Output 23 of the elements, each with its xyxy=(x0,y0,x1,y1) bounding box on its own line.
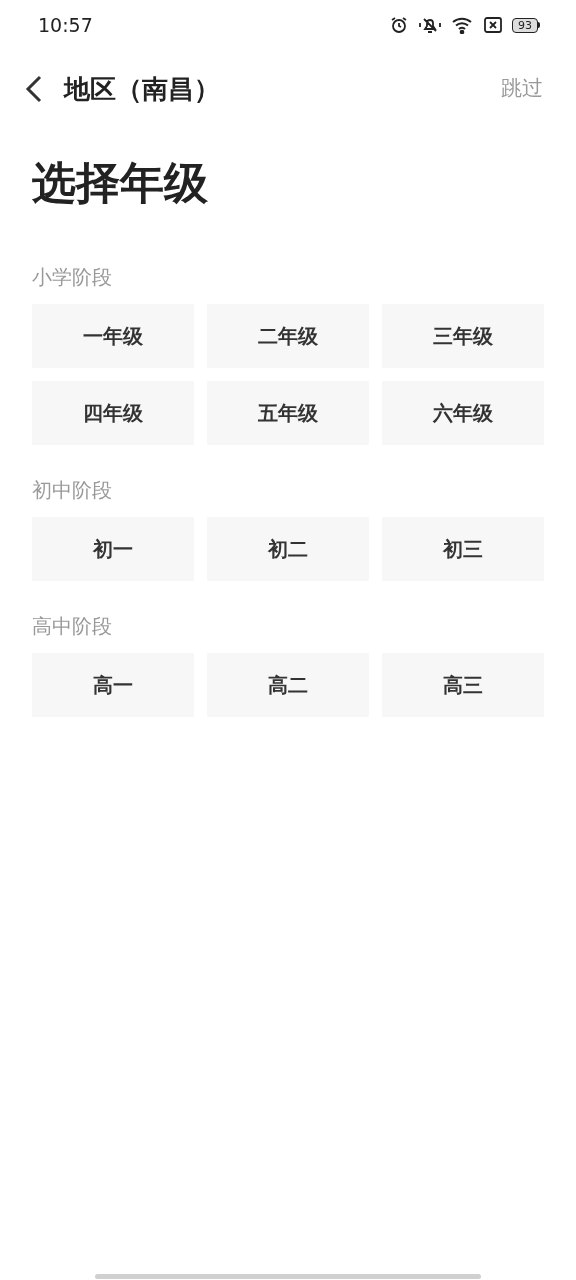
grade-option[interactable]: 高二 xyxy=(207,653,369,717)
battery-indicator: 93 xyxy=(512,17,540,33)
grade-option[interactable]: 初三 xyxy=(382,517,544,581)
section-title: 初中阶段 xyxy=(32,477,113,504)
grade-option[interactable]: 五年级 xyxy=(207,381,369,445)
grade-option[interactable]: 高三 xyxy=(382,653,544,717)
grade-option[interactable]: 三年级 xyxy=(382,304,544,368)
alarm-icon xyxy=(390,16,408,34)
grade-option[interactable]: 二年级 xyxy=(207,304,369,368)
no-sim-icon xyxy=(484,17,502,33)
grade-option[interactable]: 四年级 xyxy=(32,381,194,445)
muted-bell-icon xyxy=(418,16,442,34)
section-title: 小学阶段 xyxy=(32,264,113,291)
page-heading: 选择年级 xyxy=(32,156,209,210)
status-time: 10:57 xyxy=(38,12,93,38)
wifi-icon xyxy=(452,16,474,34)
grade-option[interactable]: 高一 xyxy=(32,653,194,717)
section-title: 高中阶段 xyxy=(32,613,113,640)
grade-option[interactable]: 初一 xyxy=(32,517,194,581)
grade-option[interactable]: 一年级 xyxy=(32,304,194,368)
grade-option[interactable]: 六年级 xyxy=(382,381,544,445)
region-title: 地区（南昌） xyxy=(64,72,220,106)
grade-option[interactable]: 初二 xyxy=(207,517,369,581)
